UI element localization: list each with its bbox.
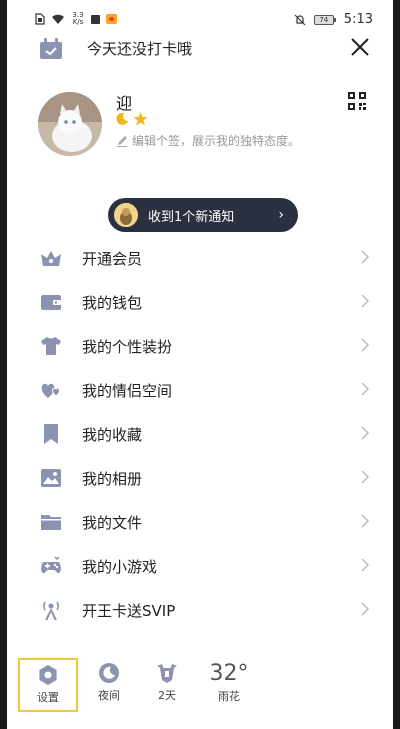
menu-item-king-card-svip[interactable]: 开王卡送SVIP (7, 588, 393, 632)
night-mode-button[interactable]: 夜间 (79, 658, 139, 712)
menu-list: 开通会员 我的钱包 我的个性装扮 我的情侣空间 我的收藏 我的相册 我的文件 我… (7, 236, 393, 632)
network-speed: 3.3 K/s (72, 11, 84, 26)
menu-item-couple-space[interactable]: 我的情侣空间 (7, 368, 393, 412)
calendar-icon (40, 38, 62, 59)
bottom-bar: 设置 夜间 2天 32° 雨花 (7, 656, 393, 716)
moon-badge-icon (116, 112, 128, 125)
bell-muted-icon (294, 14, 306, 25)
weather-temperature: 32° (209, 661, 249, 686)
battery-icon: 74 (313, 14, 336, 25)
chevron-right-icon (361, 426, 369, 440)
chevron-right-icon (361, 382, 369, 396)
cat-avatar-image (38, 92, 102, 156)
gamepad-icon (41, 556, 61, 574)
menu-label: 我的个性装扮 (82, 337, 173, 356)
notification-text: 收到1个新通知 (148, 209, 235, 225)
signal-tower-icon (43, 601, 59, 620)
weather-location: 雨花 (218, 690, 240, 703)
menu-label: 我的相册 (82, 469, 143, 488)
checkin-streak-button[interactable]: 2天 (137, 658, 197, 712)
pencil-icon (117, 135, 127, 147)
menu-item-album[interactable]: 我的相册 (7, 456, 393, 500)
signature-field[interactable]: 编辑个签，展示我的独特态度。 (116, 132, 300, 149)
menu-item-files[interactable]: 我的文件 (7, 500, 393, 544)
menu-label: 我的收藏 (82, 425, 143, 444)
settings-label: 设置 (37, 691, 59, 704)
qr-code-icon[interactable] (348, 92, 366, 110)
wallet-icon (41, 295, 61, 310)
weather-button[interactable]: 32° 雨花 (199, 658, 259, 712)
chevron-right-icon (361, 338, 369, 352)
menu-label: 我的情侣空间 (82, 381, 173, 400)
weibo-notification-icon (106, 14, 117, 24)
close-icon[interactable] (349, 36, 371, 58)
chevron-right-icon (361, 294, 369, 308)
chevron-right-icon (361, 558, 369, 572)
status-right: 74 5:13 (294, 12, 373, 27)
chevron-right-icon: › (278, 207, 284, 223)
checkin-badge-icon (157, 664, 177, 683)
sim-card-icon (35, 13, 45, 25)
chevron-right-icon (361, 602, 369, 616)
clock: 5:13 (343, 12, 373, 27)
nickname[interactable]: 迎 (116, 90, 132, 114)
signature-placeholder: 编辑个签，展示我的独特态度。 (132, 134, 301, 148)
photo-album-icon (41, 469, 61, 487)
menu-item-mini-games[interactable]: 我的小游戏 (7, 544, 393, 588)
menu-label: 我的钱包 (82, 293, 143, 312)
level-badges[interactable] (115, 112, 148, 126)
chevron-right-icon (361, 250, 369, 264)
night-mode-label: 夜间 (98, 689, 120, 702)
menu-item-vip[interactable]: 开通会员 (7, 236, 393, 280)
bookmark-icon (44, 424, 58, 444)
checkin-prompt[interactable]: 今天还没打卡哦 (87, 38, 192, 59)
tshirt-icon (41, 337, 61, 355)
wifi-icon (52, 14, 64, 24)
notification-avatar (114, 203, 138, 227)
gear-icon (39, 665, 57, 685)
menu-label: 我的小游戏 (82, 557, 158, 576)
menu-label: 我的文件 (82, 513, 143, 532)
folder-icon (41, 515, 61, 530)
status-left: 3.3 K/s (35, 12, 117, 26)
moon-icon (99, 663, 119, 683)
vip-crown-icon (41, 251, 61, 266)
menu-item-personalization[interactable]: 我的个性装扮 (7, 324, 393, 368)
chevron-right-icon (361, 470, 369, 484)
menu-label: 开通会员 (82, 249, 143, 268)
avatar[interactable] (38, 92, 102, 156)
drawer-panel: 3.3 K/s 74 5:13 今天还没打卡哦 迎 编辑个签，展示我的独特态度。… (7, 0, 393, 729)
chevron-right-icon (361, 514, 369, 528)
settings-button[interactable]: 设置 (18, 658, 78, 712)
couple-hearts-icon (41, 383, 61, 398)
checkin-days-label: 2天 (158, 689, 176, 702)
notification-square-icon (91, 14, 100, 24)
menu-item-wallet[interactable]: 我的钱包 (7, 280, 393, 324)
checkin-row[interactable]: 今天还没打卡哦 (7, 36, 393, 62)
menu-label: 开王卡送SVIP (82, 601, 176, 620)
battery-level: 74 (313, 14, 334, 25)
star-badge-icon (133, 112, 148, 126)
menu-item-favorites[interactable]: 我的收藏 (7, 412, 393, 456)
new-notification-button[interactable]: 收到1个新通知 › (108, 198, 298, 232)
status-bar: 3.3 K/s 74 5:13 (7, 0, 393, 36)
